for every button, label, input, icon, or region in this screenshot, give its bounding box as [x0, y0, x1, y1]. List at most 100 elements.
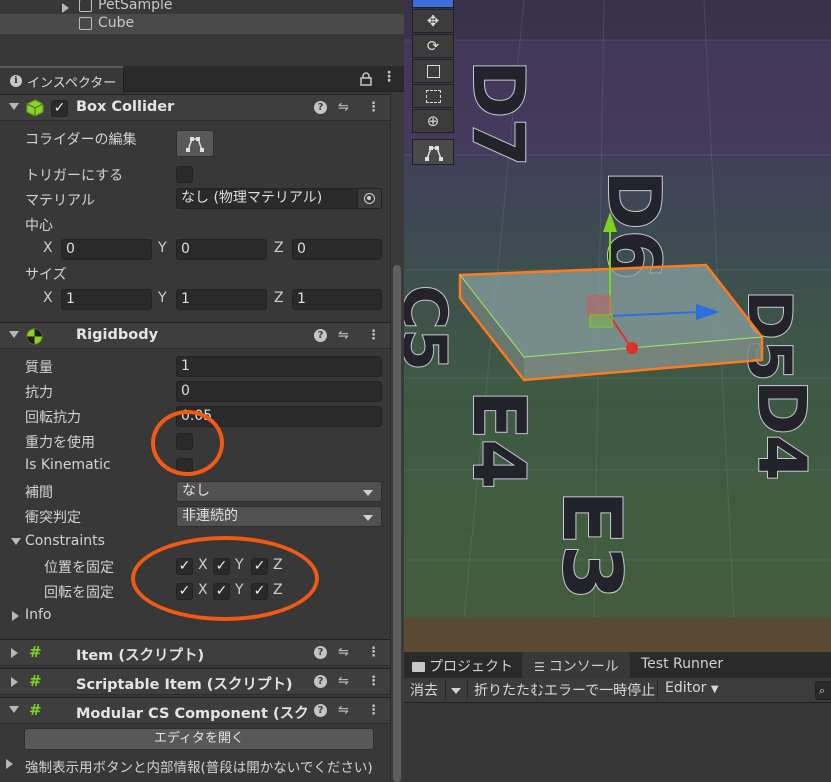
scriptable-item-script-header[interactable]: # Scriptable Item (スクリプト) ? ⇋ ⋮	[0, 668, 390, 695]
inspector-scrollbar-thumb[interactable]	[393, 265, 401, 782]
transform-tool-button[interactable]: ⊕	[412, 109, 454, 133]
error-pause-toggle[interactable]: エラーで一時停止	[544, 680, 655, 700]
scale-tool-button[interactable]	[412, 59, 454, 83]
console-search-input[interactable]: ⌕	[815, 681, 831, 700]
edit-collider-tool-button[interactable]	[412, 139, 454, 165]
constraints-label[interactable]: Constraints	[25, 533, 105, 549]
preset-icon[interactable]: ⇋	[338, 645, 349, 660]
edit-collider-button[interactable]	[176, 130, 214, 157]
help-icon[interactable]: ?	[314, 101, 327, 114]
edit-collider-icon	[425, 146, 443, 161]
rigidbody-icon	[26, 328, 43, 345]
help-icon[interactable]: ?	[314, 675, 327, 688]
tab-inspector-label: インスペクター	[27, 76, 117, 91]
kebab-menu-icon[interactable]: ⋮	[367, 100, 380, 115]
collision-detection-label: 衝突判定	[25, 510, 81, 526]
tab-project[interactable]: プロジェクト	[412, 652, 527, 678]
scene-tools-toolbar: ✥ ⟳ ⊕	[410, 0, 458, 166]
scene-view[interactable]: D7 D6 D5 D4 E4 E3 C5 ✥ ⟳ ⊕	[404, 0, 831, 652]
grid-label: D6	[592, 170, 676, 280]
tab-inspector[interactable]: i インスペクター	[0, 66, 124, 92]
size-z-label: Z	[274, 290, 284, 306]
info-fold-icon[interactable]	[12, 611, 19, 621]
scene-canvas[interactable]: D7 D6 D5 D4 E4 E3 C5	[404, 0, 831, 652]
editor-target-dropdown[interactable]: Editor ▼	[665, 680, 719, 696]
debug-info-label[interactable]: 強制表示用ボタンと内部情報(普段は開かないでください)	[25, 756, 373, 776]
size-x-field[interactable]: 1	[61, 289, 152, 310]
drag-field[interactable]: 0	[176, 381, 382, 402]
rect-tool-button[interactable]	[412, 84, 454, 108]
kebab-menu-icon[interactable]: ⋮	[367, 328, 380, 343]
open-editor-button[interactable]: エディタを開く	[24, 728, 374, 750]
size-y-field[interactable]: 1	[176, 289, 267, 310]
kebab-menu-icon[interactable]: ⋮	[367, 703, 380, 718]
edit-collider-label: コライダーの編集	[25, 132, 137, 148]
tab-project-label: プロジェクト	[429, 659, 513, 675]
material-label: マテリアル	[25, 193, 95, 209]
move-tool-button[interactable]: ✥	[412, 9, 454, 33]
component-title: Rigidbody	[76, 327, 159, 343]
use-gravity-label: 重力を使用	[25, 435, 95, 451]
collision-detection-dropdown[interactable]: 非連続的	[176, 506, 382, 527]
collapse-arrow-icon[interactable]	[9, 706, 19, 713]
object-picker-button[interactable]	[357, 189, 381, 208]
center-label: 中心	[25, 218, 53, 234]
component-title: Modular CS Component (スクリ	[76, 706, 308, 722]
mass-field[interactable]: 1	[176, 356, 382, 377]
debug-fold-icon[interactable]	[6, 759, 13, 769]
interpolate-dropdown[interactable]: なし	[176, 481, 382, 502]
kebab-menu-icon[interactable]: ⋮	[382, 69, 396, 85]
collapse-arrow-icon[interactable]	[9, 103, 19, 110]
preset-icon[interactable]: ⇋	[338, 328, 349, 343]
help-icon[interactable]: ?	[314, 646, 327, 659]
rigidbody-header[interactable]: Rigidbody ? ⇋ ⋮	[0, 322, 390, 349]
console-log-area[interactable]	[404, 704, 831, 782]
clear-options-dropdown[interactable]	[451, 688, 461, 694]
size-z-field[interactable]: 1	[292, 289, 382, 310]
preset-icon[interactable]: ⇋	[338, 100, 349, 115]
preset-icon[interactable]: ⇋	[338, 674, 349, 689]
item-script-header[interactable]: # Item (スクリプト) ? ⇋ ⋮	[0, 639, 390, 666]
transform-icon: ⊕	[426, 112, 440, 130]
center-y-field[interactable]: 0	[176, 239, 267, 260]
lock-icon[interactable]	[360, 72, 372, 86]
center-z-field[interactable]: 0	[292, 239, 382, 260]
material-field[interactable]: なし (物理マテリアル)	[176, 188, 382, 209]
angular-drag-label: 回転抗力	[25, 410, 81, 426]
hierarchy-item-label: Cube	[98, 15, 135, 31]
collapse-arrow-icon[interactable]	[9, 331, 19, 338]
freeze-rotation-label: 回転を固定	[44, 585, 114, 601]
preset-icon[interactable]: ⇋	[338, 703, 349, 718]
collapse-toggle[interactable]: 折りたたむ	[474, 680, 544, 700]
help-icon[interactable]: ?	[314, 329, 327, 342]
info-label[interactable]: Info	[25, 607, 52, 623]
tab-test-runner[interactable]: Test Runner	[641, 652, 761, 678]
target-icon	[364, 193, 375, 204]
expand-arrow-icon[interactable]	[11, 648, 18, 658]
center-x-field[interactable]: 0	[61, 239, 152, 260]
kebab-menu-icon[interactable]: ⋮	[367, 674, 380, 689]
component-enabled-checkbox[interactable]: ✓	[51, 100, 68, 117]
kebab-menu-icon[interactable]: ⋮	[367, 645, 380, 660]
tab-console[interactable]: ☰ コンソール	[522, 652, 630, 678]
component-title: Scriptable Item (スクリプト)	[76, 677, 293, 693]
gameobject-icon	[79, 17, 92, 30]
is-trigger-checkbox[interactable]	[176, 166, 193, 183]
constraints-fold-icon[interactable]	[11, 538, 21, 545]
expand-arrow-icon[interactable]	[62, 3, 69, 13]
move-icon: ✥	[426, 12, 440, 30]
component-title: Item (スクリプト)	[76, 648, 205, 664]
chevron-down-icon: ▼	[710, 684, 719, 695]
rotate-tool-button[interactable]: ⟳	[412, 34, 454, 58]
expand-arrow-icon[interactable]	[11, 677, 18, 687]
bottom-tab-bar: プロジェクト ☰ コンソール Test Runner	[404, 652, 831, 678]
edit-collider-icon	[186, 137, 204, 152]
box-collider-header[interactable]: ✓ Box Collider ? ⇋ ⋮	[0, 94, 390, 121]
help-icon[interactable]: ?	[314, 704, 327, 717]
hierarchy-empty-area	[0, 34, 404, 66]
hierarchy-item-cube[interactable]: Cube	[0, 14, 404, 34]
component-title: Box Collider	[76, 99, 175, 115]
modular-cs-component-header[interactable]: # Modular CS Component (スクリ ? ⇋ ⋮	[0, 697, 390, 724]
view-tool-button[interactable]	[412, 0, 454, 8]
clear-button[interactable]: 消去	[410, 680, 438, 700]
